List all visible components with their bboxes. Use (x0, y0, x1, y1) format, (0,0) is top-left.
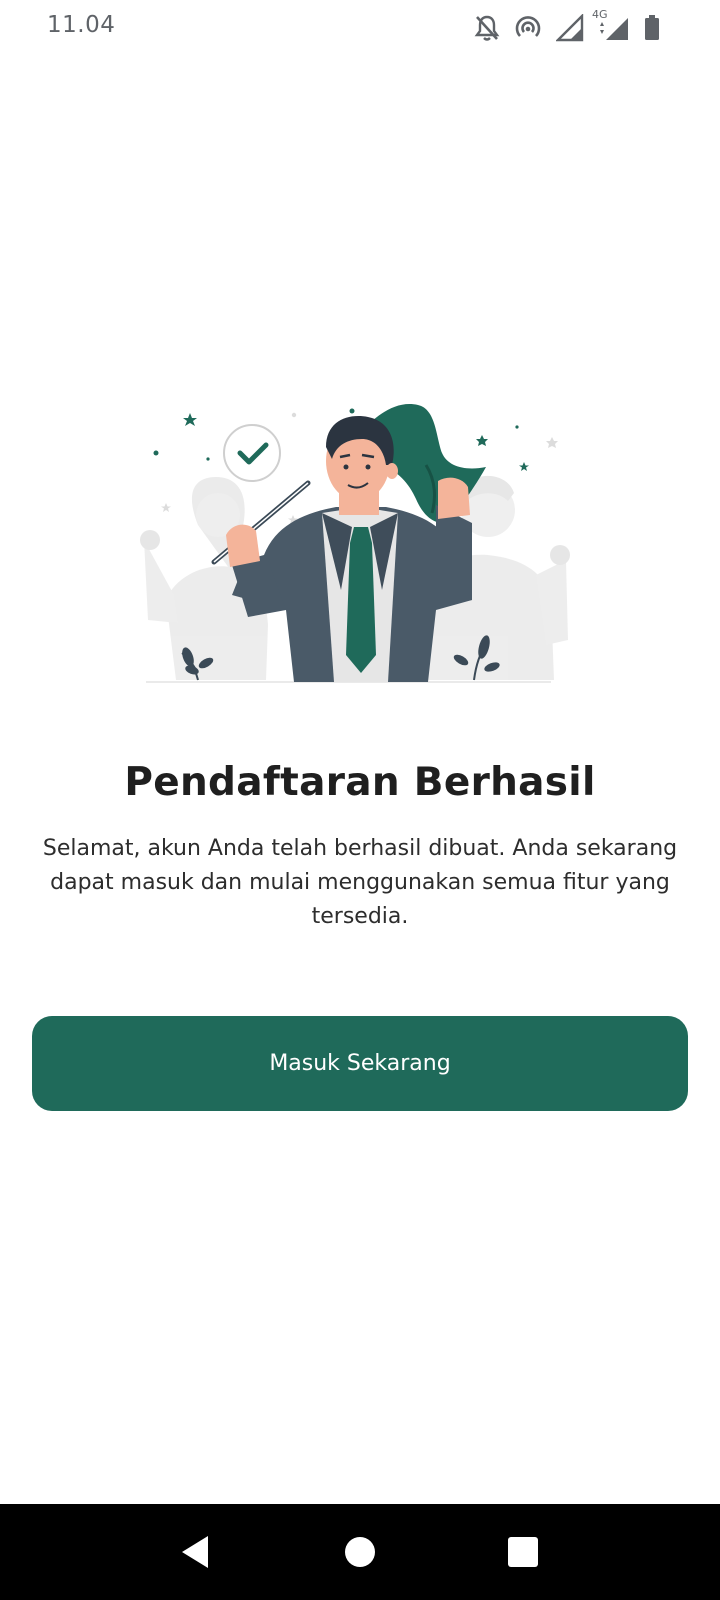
login-now-button[interactable]: Masuk Sekarang (32, 1016, 688, 1111)
success-illustration (136, 395, 582, 700)
page-title: Pendaftaran Berhasil (124, 760, 596, 805)
battery-icon (644, 14, 660, 42)
home-icon[interactable] (340, 1532, 380, 1572)
login-now-button-label: Masuk Sekarang (269, 1051, 451, 1076)
notifications-off-icon (474, 14, 500, 42)
signal-4g-icon: 4G (592, 8, 630, 42)
page-description: Selamat, akun Anda telah berhasil dibuat… (42, 836, 678, 929)
recents-icon[interactable] (503, 1532, 543, 1572)
hotspot-icon (514, 14, 542, 42)
navigation-bar (0, 1504, 720, 1600)
status-time: 11.04 (47, 12, 116, 38)
status-bar: 11.04 4G (0, 0, 720, 56)
status-icons: 4G (474, 8, 660, 44)
success-screen: 11.04 4G Pendaftaran Berhasil Selamat, a… (0, 0, 720, 1600)
back-icon[interactable] (176, 1532, 216, 1572)
signal-icon (556, 14, 584, 42)
